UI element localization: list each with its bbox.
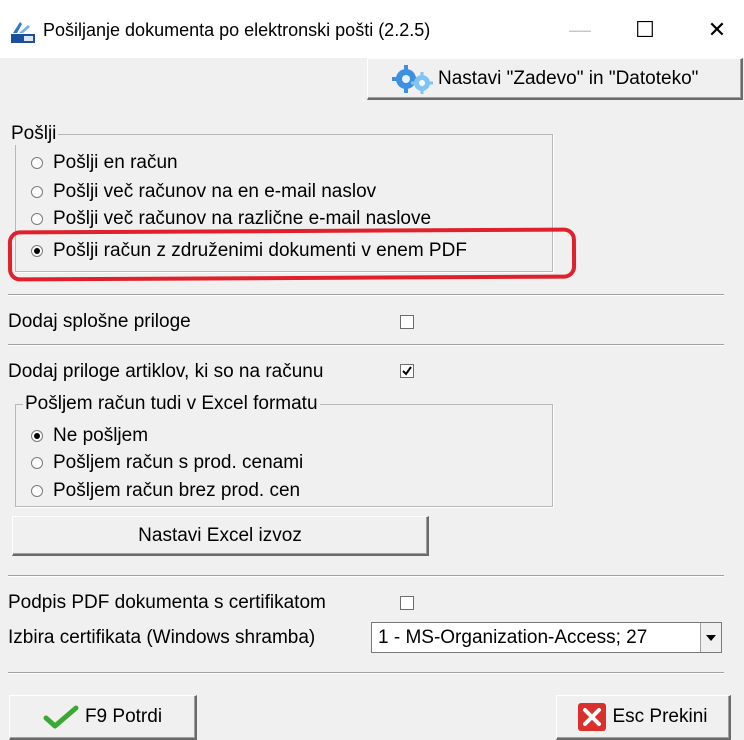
dropdown-arrow-button[interactable] (700, 623, 721, 652)
minimize-button[interactable]: — (555, 10, 605, 50)
certificate-selected-value: 1 - MS-Organization-Access; 27 (378, 627, 648, 648)
radio-button-selected[interactable] (31, 430, 43, 442)
radio-button[interactable] (31, 485, 43, 497)
send-group-label: Pošlji (9, 123, 59, 145)
send-option-many-one-address[interactable]: Pošlji več računov na en e-mail naslov (31, 181, 376, 203)
gears-icon (392, 64, 433, 94)
send-option-single[interactable]: Pošlji en račun (31, 152, 178, 174)
item-attachments-label: Dodaj priloge artiklov, ki so na računu (8, 361, 324, 382)
radio-label: Pošljem račun s prod. cenami (53, 452, 304, 473)
radio-label: Pošljem račun brez prod. cen (53, 480, 301, 501)
app-icon (11, 22, 35, 43)
certificate-select-label: Izbira certifikata (Windows shramba) (8, 627, 316, 648)
excel-export-settings-button[interactable]: Nastavi Excel izvoz (12, 516, 429, 556)
general-attachments-checkbox[interactable] (400, 315, 414, 329)
item-attachments-checkbox[interactable] (400, 364, 414, 378)
certificate-dropdown[interactable]: 1 - MS-Organization-Access; 27 (371, 622, 722, 653)
title-bar: Pošiljanje dokumenta po elektronski pošt… (0, 0, 744, 58)
radio-button[interactable] (31, 186, 43, 198)
general-attachments-label: Dodaj splošne priloge (8, 311, 191, 332)
radio-label: Pošlji en račun (53, 152, 178, 173)
red-highlight-annotation (7, 227, 577, 282)
excel-option-without-prices[interactable]: Pošljem račun brez prod. cen (31, 480, 300, 502)
confirm-button[interactable]: F9 Potrdi (9, 695, 197, 740)
separator (8, 294, 724, 296)
radio-button[interactable] (31, 457, 43, 469)
checkmark-icon (402, 366, 412, 376)
excel-group-label: Pošljem račun tudi v Excel formatu (23, 393, 320, 415)
excel-option-with-prices[interactable]: Pošljem račun s prod. cenami (31, 452, 303, 474)
separator (8, 672, 724, 674)
set-subject-file-label: Nastavi "Zadevo" in "Datoteko" (438, 67, 699, 89)
chevron-down-icon (706, 634, 716, 641)
pdf-signature-label: Podpis PDF dokumenta s certifikatom (8, 592, 326, 613)
set-subject-file-button[interactable]: Nastavi "Zadevo" in "Datoteko" (367, 58, 743, 100)
cancel-button[interactable]: Esc Prekini (556, 695, 731, 740)
separator (8, 575, 724, 577)
radio-button[interactable] (31, 157, 43, 169)
close-button[interactable]: ✕ (692, 10, 742, 50)
confirm-button-label: F9 Potrdi (84, 706, 163, 727)
window-title: Pošiljanje dokumenta po elektronski pošt… (43, 20, 431, 40)
separator (8, 344, 724, 346)
radio-label: Ne pošljem (53, 425, 149, 446)
maximize-button[interactable]: ☐ (620, 10, 670, 50)
excel-export-settings-label: Nastavi Excel izvoz (138, 524, 302, 546)
checkmark-icon (43, 705, 79, 729)
radio-label: Pošlji več računov na različne e-mail na… (53, 208, 432, 229)
send-option-many-addresses[interactable]: Pošlji več računov na različne e-mail na… (31, 208, 431, 230)
radio-button[interactable] (31, 213, 43, 225)
radio-label: Pošlji več računov na en e-mail naslov (53, 181, 377, 202)
excel-option-none[interactable]: Ne pošljem (31, 425, 148, 447)
cancel-x-icon (578, 703, 607, 731)
cancel-button-label: Esc Prekini (612, 706, 708, 727)
pdf-signature-checkbox[interactable] (400, 596, 414, 610)
